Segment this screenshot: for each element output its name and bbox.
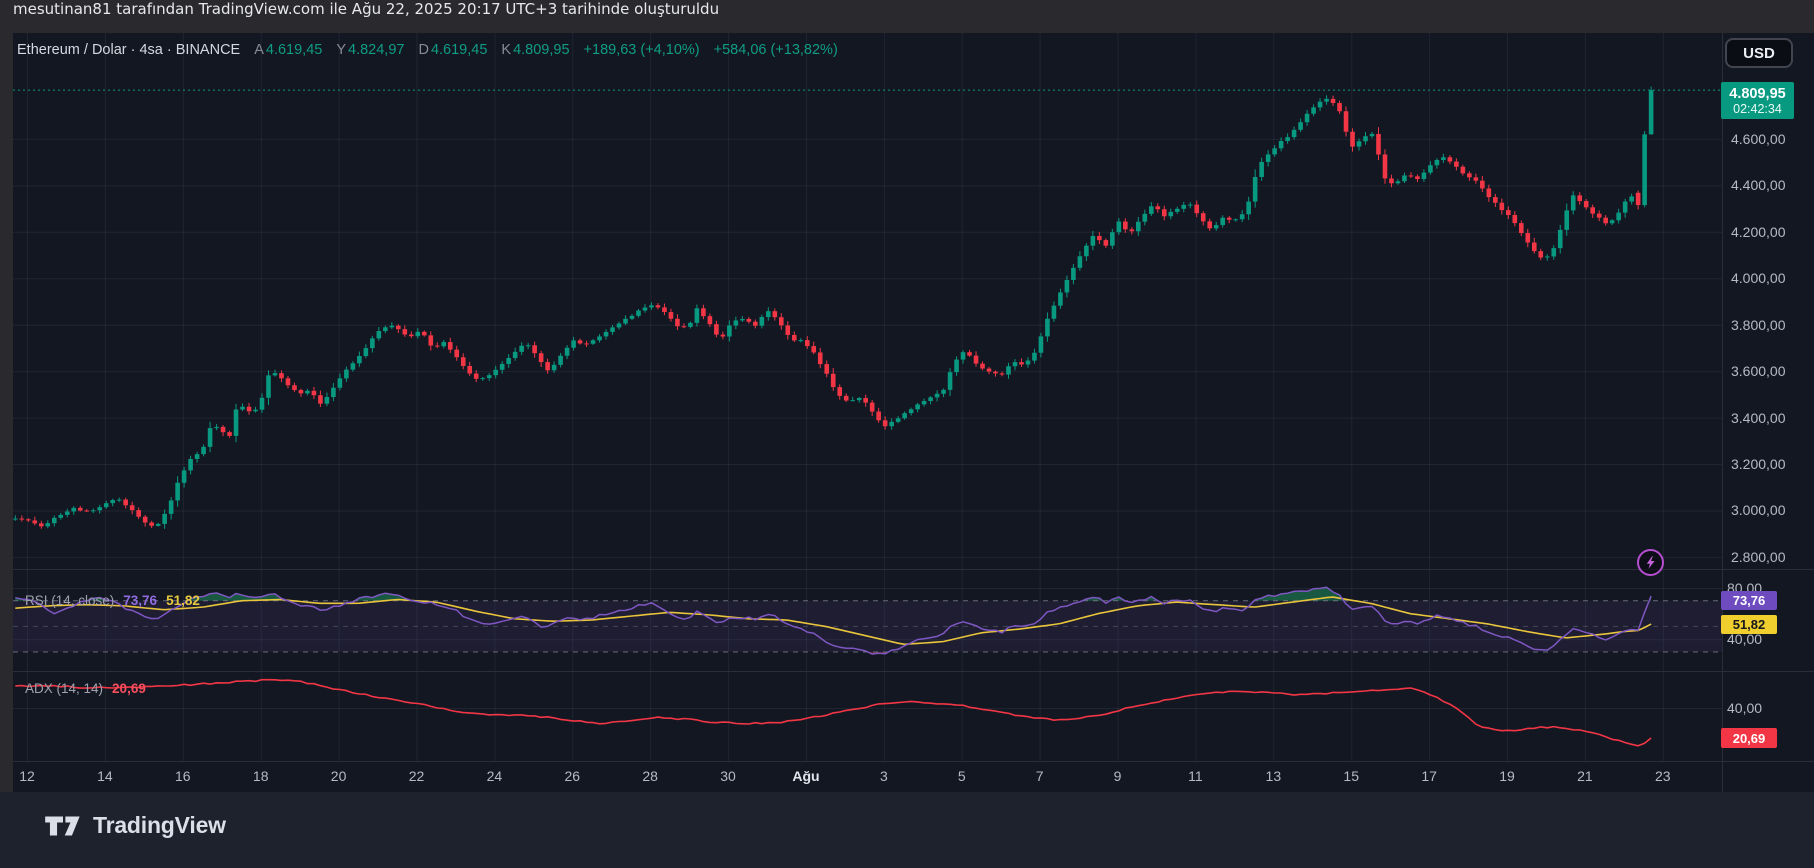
price-chart-canvas[interactable]	[0, 0, 1814, 868]
time-axis-label: 13	[1265, 768, 1282, 784]
symbol-title: Ethereum / Dolar · 4sa · BINANCE	[17, 42, 241, 58]
ohlc-close: K 4.809,95	[501, 42, 570, 58]
rsi-ma-value: 51,82	[166, 593, 200, 608]
current-price-badge: 4.809,95 02:42:34	[1721, 82, 1794, 119]
adx-legend-title: ADX (14, 14)	[25, 681, 104, 696]
time-axis-label: 24	[486, 768, 503, 784]
time-axis-label: 16	[175, 768, 191, 784]
tradingview-logo-icon	[45, 816, 80, 835]
time-axis-label: 12	[19, 768, 35, 784]
currency-toggle-button[interactable]: USD	[1725, 38, 1793, 68]
price-scale-label: 3.000,00	[1731, 502, 1786, 519]
current-price: 4.809,95	[1729, 85, 1786, 102]
time-axis-label: 23	[1655, 768, 1671, 784]
time-axis-label: 18	[252, 768, 269, 784]
ohlc-open: A 4.619,45	[254, 42, 323, 58]
change-absolute: +189,63 (+4,10%)	[583, 42, 700, 58]
price-scale-label: 4.600,00	[1731, 130, 1786, 147]
time-axis-label: 30	[720, 768, 736, 784]
ohlc-low: D 4.619,45	[418, 42, 488, 58]
bar-countdown: 02:42:34	[1733, 101, 1782, 116]
symbol-legend[interactable]: Ethereum / Dolar · 4sa · BINANCE A 4.619,…	[17, 41, 838, 59]
change-total: +584,06 (+13,82%)	[713, 42, 838, 58]
time-axis-label: 14	[97, 768, 113, 784]
price-scale-label: 3.200,00	[1731, 456, 1786, 473]
price-scale-label: 3.800,00	[1731, 316, 1786, 333]
price-scale-label: 3.400,00	[1731, 409, 1786, 426]
time-axis-label: 20	[330, 768, 347, 784]
time-axis-label: Ağu	[792, 768, 820, 784]
time-axis-label: 5	[957, 768, 966, 784]
lightning-icon	[1646, 556, 1655, 569]
rsi-legend-title: RSI (14, close)	[25, 593, 115, 608]
time-axis-label: 15	[1343, 768, 1359, 784]
rsi-axis-badge: 73,76	[1721, 591, 1777, 610]
tradingview-logo[interactable]: TradingView	[44, 812, 226, 839]
time-axis-label: 3	[879, 768, 888, 784]
instant-trading-button[interactable]	[1637, 549, 1664, 576]
adx-scale-label: 40,00	[1727, 699, 1763, 716]
rsi-legend[interactable]: RSI (14, close) 73,76 51,82	[25, 593, 200, 608]
time-axis-label: 28	[642, 768, 658, 784]
rsi-ma-axis-badge: 51,82	[1721, 615, 1777, 634]
adx-legend[interactable]: ADX (14, 14) 20,69	[25, 681, 146, 696]
tradingview-wordmark: TradingView	[93, 812, 226, 838]
time-axis-label: 11	[1188, 768, 1203, 784]
adx-axis-badge: 20,69	[1721, 728, 1777, 748]
ohlc-high: Y 4.824,97	[336, 42, 405, 58]
price-scale-label: 3.600,00	[1731, 363, 1786, 380]
price-scale-label: 4.200,00	[1731, 223, 1786, 240]
time-axis-label: 7	[1035, 768, 1044, 784]
time-axis-label: 21	[1577, 768, 1593, 784]
time-axis-label: 17	[1421, 768, 1437, 784]
tradingview-snapshot: mesutinan81 tarafından TradingView.com i…	[0, 0, 1814, 868]
time-axis-label: 9	[1113, 768, 1122, 784]
rsi-value: 73,76	[123, 593, 158, 608]
adx-value: 20,69	[112, 681, 146, 696]
time-axis-label: 19	[1499, 768, 1515, 784]
price-scale-label: 2.800,00	[1731, 548, 1786, 565]
time-axis-label: 26	[564, 768, 581, 784]
price-scale-label: 4.000,00	[1731, 270, 1786, 287]
price-scale-label: 4.400,00	[1731, 177, 1786, 194]
time-axis-label: 22	[408, 768, 425, 784]
attribution-text: mesutinan81 tarafından TradingView.com i…	[13, 0, 720, 18]
